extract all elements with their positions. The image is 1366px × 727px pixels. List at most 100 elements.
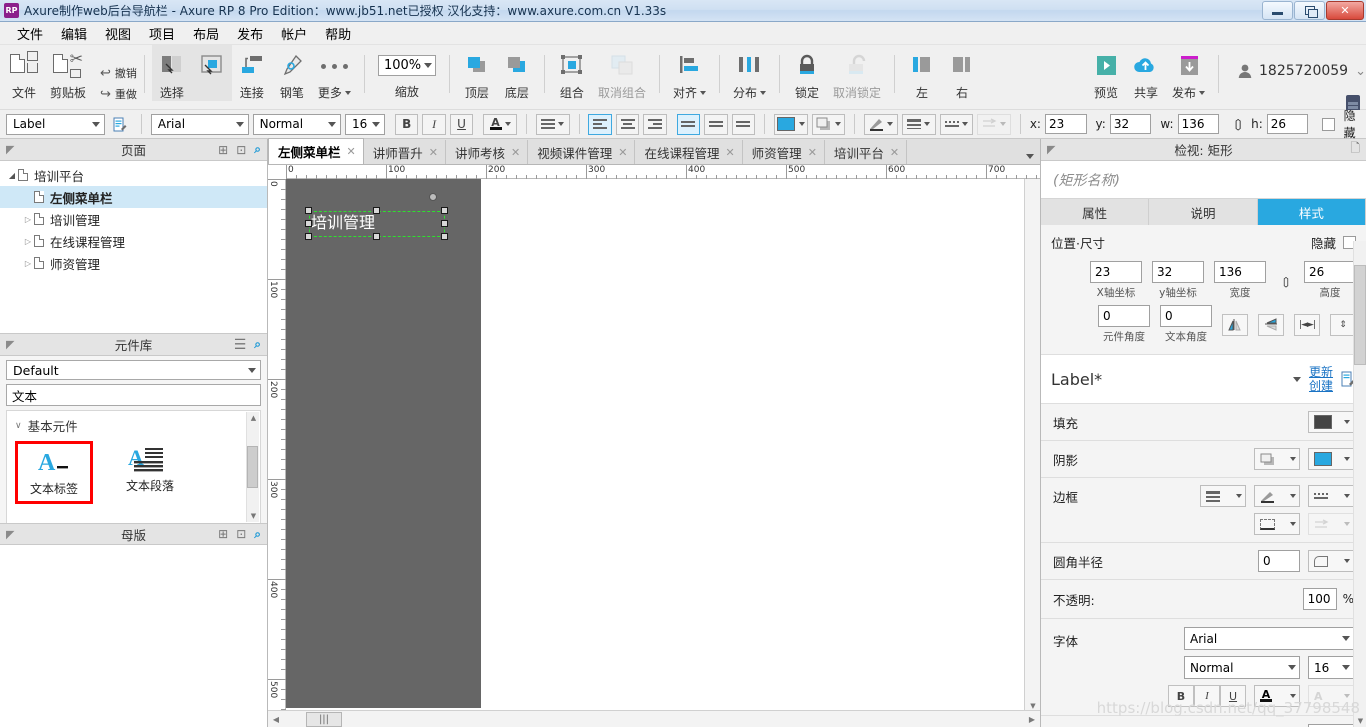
close-button[interactable]: ✕ <box>1326 1 1364 20</box>
x-input[interactable]: 23 <box>1044 114 1087 134</box>
search-pages-icon[interactable]: ⌕ <box>254 142 261 157</box>
tab-6[interactable]: 培训平台 ✕ <box>824 140 908 164</box>
align-button[interactable]: 对齐 <box>667 45 712 101</box>
minimize-button[interactable] <box>1262 1 1293 20</box>
canvas-scroll-left-icon[interactable]: ◀ <box>268 712 284 727</box>
resize-handle-s[interactable] <box>373 233 380 240</box>
unlock-button[interactable]: 取消锁定 <box>827 45 887 101</box>
library-scrollbar[interactable]: ▲ ▼ <box>246 412 259 522</box>
tab-close-icon[interactable]: ✕ <box>725 146 734 159</box>
tab-close-icon[interactable]: ✕ <box>618 146 627 159</box>
tab-close-icon[interactable]: ✕ <box>429 146 438 159</box>
y-input[interactable]: 32 <box>1109 114 1152 134</box>
flip-horizontal-button[interactable] <box>1222 313 1248 336</box>
tree-item-0[interactable]: ◢ 培训平台 <box>0 164 267 186</box>
italic-button[interactable]: I <box>422 113 446 135</box>
scroll-up-icon[interactable]: ▲ <box>247 412 260 424</box>
scroll-down-icon[interactable]: ▼ <box>247 510 260 522</box>
add-master-folder-icon[interactable]: ⊡ <box>236 527 246 541</box>
resize-handle-ne[interactable] <box>441 207 448 214</box>
widget-name-input[interactable]: (矩形名称) <box>1041 161 1366 199</box>
tab-close-icon[interactable]: ✕ <box>511 146 520 159</box>
menu-edit[interactable]: 编辑 <box>52 22 96 45</box>
style-select[interactable]: Label <box>6 113 105 135</box>
w-input[interactable]: 136 <box>1177 114 1220 134</box>
canvas-hscroll-thumb[interactable]: ||| <box>306 711 342 727</box>
style-update-link[interactable]: 更新 <box>1309 365 1333 379</box>
tab-notes[interactable]: 说明 <box>1149 199 1258 225</box>
file-button[interactable]: 文件 <box>4 45 44 101</box>
font-color-button[interactable]: A <box>483 113 517 135</box>
redo-button[interactable]: ↪ 重做 <box>100 86 137 102</box>
resize-handle-e[interactable] <box>441 220 448 227</box>
valign-middle-button[interactable] <box>704 113 728 135</box>
select-tool-button[interactable]: 选择 <box>151 45 192 101</box>
font-family-select[interactable]: Arial <box>150 113 249 135</box>
search-library-icon[interactable]: ⌕ <box>254 337 261 352</box>
select-mode2-button[interactable]: 选择 <box>191 45 232 101</box>
masters-collapse-icon[interactable]: ◤ <box>6 528 14 541</box>
inspector-scroll-thumb[interactable] <box>1354 265 1366 365</box>
resize-handle-w[interactable] <box>305 220 312 227</box>
style-create-link[interactable]: 创建 <box>1309 379 1333 393</box>
inspector-x-input[interactable]: 23 <box>1090 261 1142 283</box>
tab-3[interactable]: 视频课件管理 ✕ <box>528 140 636 164</box>
inspector-aspect-lock-icon[interactable]: 〔〕 <box>1276 274 1296 290</box>
restore-button[interactable] <box>1294 1 1325 20</box>
shadow-color-picker[interactable] <box>1308 448 1354 470</box>
library-search-input[interactable]: 文本 <box>6 384 261 406</box>
menu-publish[interactable]: 发布 <box>228 22 272 45</box>
font-size-select[interactable]: 16 <box>345 113 385 135</box>
tree-item-2[interactable]: ▷ 培训管理 <box>0 208 267 230</box>
style-edit-icon[interactable] <box>109 114 132 135</box>
menu-help[interactable]: 帮助 <box>316 22 360 45</box>
arrow-style-button[interactable] <box>977 113 1011 135</box>
fit-width-button[interactable]: |◄►| <box>1294 313 1320 336</box>
connect-tool-button[interactable]: 连接 <box>232 45 272 101</box>
user-account-button[interactable]: 1825720059 ⌄ <box>1238 63 1366 79</box>
zoom-control[interactable]: 100% 缩放 <box>372 45 442 100</box>
rotate-handle[interactable] <box>429 193 437 201</box>
resize-handle-nw[interactable] <box>305 207 312 214</box>
tree-item-4[interactable]: ▷ 师资管理 <box>0 252 267 274</box>
tab-2[interactable]: 讲师考核 ✕ <box>445 140 529 164</box>
menu-account[interactable]: 帐户 <box>272 22 316 45</box>
valign-top-button[interactable] <box>676 113 701 135</box>
tab-close-icon[interactable]: ✕ <box>808 146 817 159</box>
lock-button[interactable]: 锁定 <box>787 45 827 101</box>
align-right-text-button[interactable] <box>643 113 667 135</box>
inspector-font-family-select[interactable]: Arial <box>1184 627 1354 650</box>
more-tools-button[interactable]: 更多 <box>312 45 357 101</box>
send-back-button[interactable]: 底层 <box>497 45 537 101</box>
ungroup-button[interactable]: 取消组合 <box>592 45 652 101</box>
tree-item-1[interactable]: 左侧菜单栏 <box>0 186 267 208</box>
resize-handle-n[interactable] <box>373 207 380 214</box>
list-button[interactable] <box>535 113 570 135</box>
font-weight-select[interactable]: Normal <box>252 113 342 135</box>
library-group-header[interactable]: ∨ 基本元件 <box>7 411 260 435</box>
search-masters-icon[interactable]: ⌕ <box>254 527 261 542</box>
align-left-text-button[interactable] <box>588 113 612 135</box>
bold-button[interactable]: B <box>394 113 419 135</box>
flip-vertical-button[interactable] <box>1258 313 1284 336</box>
corner-style-picker[interactable] <box>1308 550 1354 572</box>
add-folder-icon[interactable]: ⊡ <box>236 143 246 157</box>
menu-layout[interactable]: 布局 <box>184 22 228 45</box>
resize-handle-sw[interactable] <box>305 233 312 240</box>
line-color-button[interactable] <box>864 113 898 135</box>
tab-close-icon[interactable]: ✕ <box>347 145 356 158</box>
tab-5[interactable]: 师资管理 ✕ <box>742 140 825 164</box>
hidden-checkbox[interactable] <box>1322 117 1335 131</box>
add-page-icon[interactable]: ⊞ <box>218 143 228 157</box>
tab-style[interactable]: 样式 <box>1257 199 1366 225</box>
border-arrow-picker[interactable] <box>1308 513 1354 535</box>
underline-button[interactable]: U <box>449 113 474 135</box>
tab-4[interactable]: 在线课程管理 ✕ <box>635 140 743 164</box>
nav-panel-shape[interactable] <box>286 179 481 708</box>
align-left-button[interactable]: 左 <box>902 45 942 101</box>
library-collapse-icon[interactable]: ◤ <box>6 338 14 351</box>
undo-button[interactable]: ↩ 撤销 <box>100 65 137 81</box>
inspector-font-weight-select[interactable]: Normal <box>1184 656 1300 679</box>
inspector-font-size-select[interactable]: 16 <box>1308 656 1354 679</box>
resize-handle-se[interactable] <box>441 233 448 240</box>
